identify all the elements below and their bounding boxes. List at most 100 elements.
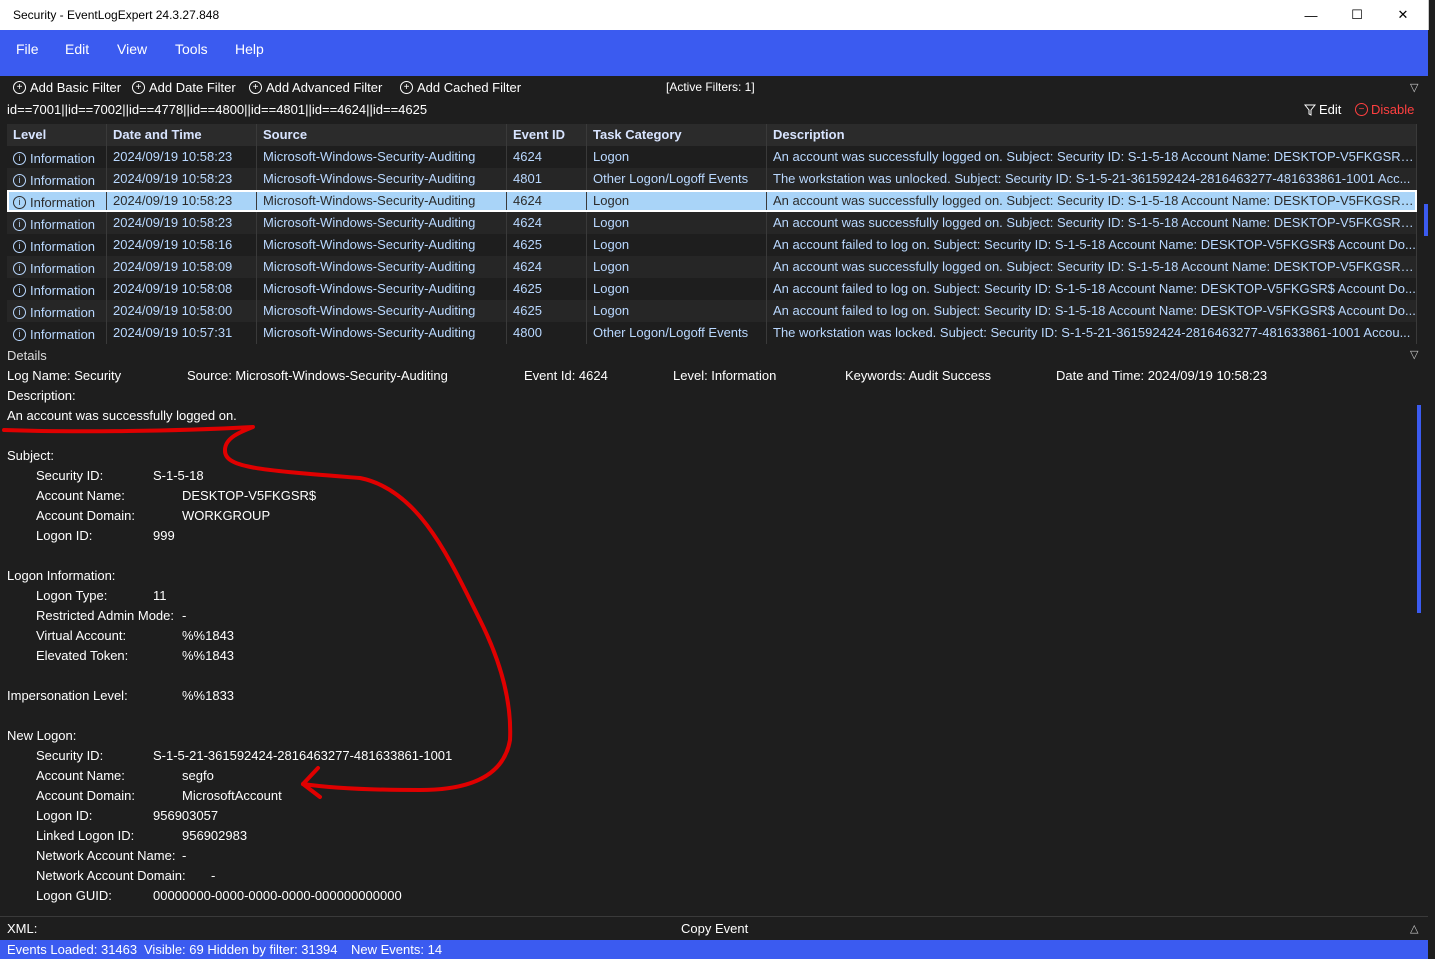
info-icon: i (13, 262, 26, 275)
detail-log-name: Log Name: Security (7, 368, 122, 383)
cell-event-id: 4801 (507, 168, 587, 190)
table-row[interactable]: i Information 2024/09/19 10:58:16 Microsoft… (7, 234, 1417, 256)
add-date-filter-button[interactable]: + Add Date Filter (132, 80, 236, 95)
chevron-down-icon[interactable]: ▽ (1410, 81, 1418, 94)
detail-source: Source: Microsoft-Windows-Security-Audit… (187, 368, 448, 383)
column-header-description[interactable]: Description (767, 124, 1417, 146)
table-row[interactable]: i Information 2024/09/19 10:57:31 Microsoft… (7, 322, 1417, 344)
new-logon-field-value: - (211, 868, 216, 883)
cell-event-id: 4625 (507, 234, 587, 256)
detail-date-time: Date and Time: 2024/09/19 10:58:23 (1056, 368, 1268, 383)
minimize-button[interactable]: — (1288, 0, 1334, 30)
details-scroll-thumb[interactable] (1417, 405, 1421, 613)
new-logon-field-label: Network Account Name: (36, 848, 176, 863)
table-row[interactable]: i Information 2024/09/19 10:58:23 Microsoft… (7, 146, 1417, 168)
cell-task-category: Logon (587, 256, 767, 278)
detail-level: Level: Information (673, 368, 777, 383)
cell-source: Microsoft-Windows-Security-Auditing (257, 278, 507, 300)
column-header-event-id[interactable]: Event ID (507, 124, 587, 146)
status-bar: Events Loaded: 31463 Visible: 69 Hidden … (0, 940, 1428, 959)
column-header-date[interactable]: Date and Time (107, 124, 257, 146)
status-visible: Visible: 69 Hidden by filter: 31394 (144, 942, 338, 957)
new-logon-field-label: Network Account Domain: (36, 868, 186, 883)
maximize-button[interactable]: ☐ (1334, 0, 1380, 30)
close-button[interactable]: ✕ (1380, 0, 1426, 30)
column-header-task-category[interactable]: Task Category (587, 124, 767, 146)
cell-level-text: Information (30, 238, 96, 254)
add-advanced-filter-button[interactable]: + Add Advanced Filter (249, 80, 382, 95)
subject-field-label: Logon ID: (36, 528, 93, 543)
edit-filter-button[interactable]: Edit (1304, 102, 1341, 117)
cell-task-category: Logon (587, 190, 767, 212)
add-cached-filter-label: Add Cached Filter (417, 80, 522, 95)
cell-level: i Information (7, 300, 107, 322)
info-icon: i (13, 174, 26, 187)
cell-source: Microsoft-Windows-Security-Auditing (257, 146, 507, 168)
add-basic-filter-button[interactable]: + Add Basic Filter (13, 80, 121, 95)
subject-field-label: Account Domain: (36, 508, 135, 523)
cell-date: 2024/09/19 10:57:31 (107, 322, 257, 344)
cell-level-text: Information (30, 150, 96, 166)
cell-source: Microsoft-Windows-Security-Auditing (257, 168, 507, 190)
add-advanced-filter-label: Add Advanced Filter (266, 80, 383, 95)
table-row[interactable]: i Information 2024/09/19 10:58:00 Microsoft… (7, 300, 1417, 322)
new-logon-field-value: 956902983 (182, 828, 248, 843)
cell-description: An account was successfully logged on. S… (767, 146, 1417, 168)
cell-task-category: Logon (587, 300, 767, 322)
cell-task-category: Other Logon/Logoff Events (587, 168, 767, 190)
info-icon: i (13, 240, 26, 253)
chevron-down-icon[interactable]: ▽ (1410, 348, 1418, 361)
menu-edit[interactable]: Edit (65, 41, 89, 57)
subject-field-label: Security ID: (36, 468, 104, 483)
detail-event-id: Event Id: 4624 (524, 368, 608, 383)
cell-source: Microsoft-Windows-Security-Auditing (257, 190, 507, 212)
table-scroll-thumb[interactable] (1424, 204, 1428, 236)
cell-source: Microsoft-Windows-Security-Auditing (257, 300, 507, 322)
menu-file[interactable]: File (16, 41, 39, 57)
logon-info-section-label: Logon Information: (7, 568, 116, 583)
status-events-loaded: Events Loaded: 31463 (7, 942, 138, 957)
cell-date: 2024/09/19 10:58:23 (107, 190, 257, 212)
new-logon-field-label: Account Name: (36, 768, 125, 783)
add-date-filter-label: Add Date Filter (149, 80, 236, 95)
add-basic-filter-label: Add Basic Filter (30, 80, 122, 95)
event-table: Level Date and Time Source Event ID Task… (7, 124, 1417, 344)
new-logon-field-label: Linked Logon ID: (36, 828, 135, 843)
plus-circle-icon: + (400, 81, 413, 94)
table-row[interactable]: i Information 2024/09/19 10:58:23 Microsoft… (7, 168, 1417, 190)
table-row[interactable]: i Information 2024/09/19 10:58:23 Microsoft… (7, 190, 1417, 212)
subject-section-label: Subject: (7, 448, 54, 463)
filter-expression: id==7001||id==7002||id==4778||id==4800||… (7, 102, 428, 117)
column-header-level[interactable]: Level (7, 124, 107, 146)
new-logon-field-label: Account Domain: (36, 788, 135, 803)
cell-date: 2024/09/19 10:58:16 (107, 234, 257, 256)
table-row[interactable]: i Information 2024/09/19 10:58:09 Microsoft… (7, 256, 1417, 278)
cell-source: Microsoft-Windows-Security-Auditing (257, 322, 507, 344)
table-body: i Information 2024/09/19 10:58:23 Microsoft… (7, 146, 1417, 344)
add-cached-filter-button[interactable]: + Add Cached Filter (400, 80, 521, 95)
menu-bar: File Edit View Tools Help (0, 30, 1428, 76)
table-row[interactable]: i Information 2024/09/19 10:58:23 Microsoft… (7, 212, 1417, 234)
cell-level-text: Information (30, 172, 96, 188)
subject-field-value: DESKTOP-V5FKGSR$ (182, 488, 317, 503)
cell-event-id: 4624 (507, 212, 587, 234)
copy-event-button[interactable]: Copy Event (681, 921, 748, 936)
menu-tools[interactable]: Tools (175, 41, 208, 57)
subject-field-value: S-1-5-18 (153, 468, 204, 483)
disable-filter-button[interactable]: − Disable (1355, 102, 1414, 117)
cell-level-text: Information (30, 326, 96, 342)
column-header-source[interactable]: Source (257, 124, 507, 146)
cell-level-text: Information (30, 260, 96, 276)
table-row[interactable]: i Information 2024/09/19 10:58:08 Microsoft… (7, 278, 1417, 300)
cell-level-text: Information (30, 282, 96, 298)
cell-level: i Information (7, 190, 107, 212)
cell-description: An account failed to log on. Subject: Se… (767, 278, 1417, 300)
cell-description: An account was successfully logged on. S… (767, 212, 1417, 234)
cell-description: An account was successfully logged on. S… (767, 190, 1417, 212)
menu-view[interactable]: View (117, 41, 147, 57)
chevron-up-icon[interactable]: △ (1410, 922, 1418, 935)
menu-help[interactable]: Help (235, 41, 264, 57)
cell-level: i Information (7, 234, 107, 256)
cell-task-category: Logon (587, 234, 767, 256)
description-label: Description: (7, 388, 76, 403)
